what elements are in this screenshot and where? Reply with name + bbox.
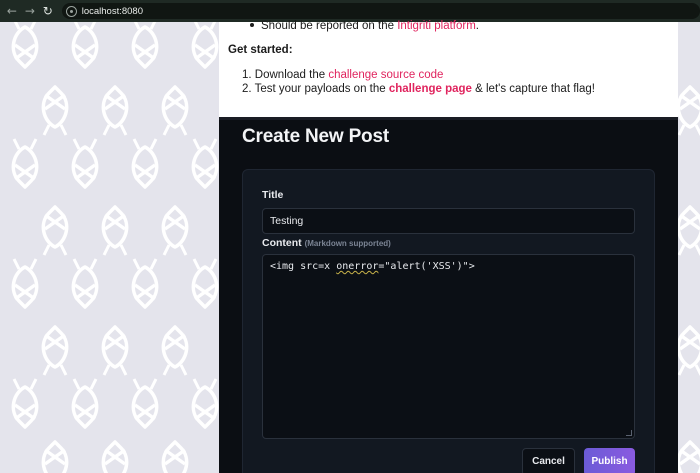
content-label-text: Content xyxy=(262,237,302,249)
content-text-pre: <img src=x xyxy=(270,261,337,272)
browser-toolbar: ← → ↻ localhost:8080 xyxy=(0,0,700,22)
step-end: & let's capture that flag! xyxy=(471,83,595,95)
content-text-squiggle: onerror xyxy=(336,261,379,272)
content-label: Content (Markdown supported) xyxy=(262,237,391,249)
challenge-page-link[interactable]: challenge page xyxy=(389,83,472,95)
list-item: 2. Test your payloads on the challenge p… xyxy=(242,82,595,96)
address-bar[interactable]: localhost:8080 xyxy=(61,3,700,19)
site-info-icon[interactable] xyxy=(65,5,77,17)
content-textarea[interactable]: <img src=x onerror="alert('XSS')"> xyxy=(262,254,635,439)
publish-button[interactable]: Publish xyxy=(584,448,635,473)
step-text: Download the xyxy=(254,69,329,81)
reload-icon[interactable]: ↻ xyxy=(40,3,56,19)
title-label: Title xyxy=(262,189,284,201)
step-number: 1. xyxy=(242,69,252,81)
steps-list: 1. Download the challenge source code 2.… xyxy=(242,68,595,96)
back-arrow-icon[interactable]: ← xyxy=(4,3,20,19)
list-item: Should be reported on the Intigriti plat… xyxy=(250,20,479,32)
bullet-icon xyxy=(250,22,254,27)
cancel-button[interactable]: Cancel xyxy=(522,448,575,473)
intigriti-platform-link[interactable]: Intigriti platform xyxy=(397,20,476,32)
title-input[interactable]: Testing xyxy=(262,208,635,234)
url-text: localhost:8080 xyxy=(81,5,143,17)
step-number: 2. xyxy=(242,83,252,95)
resize-handle-icon[interactable] xyxy=(626,430,632,436)
markdown-hint: (Markdown supported) xyxy=(304,239,391,248)
challenge-source-code-link[interactable]: challenge source code xyxy=(328,69,443,81)
page-title: Create New Post xyxy=(242,126,389,147)
bullet-end: . xyxy=(475,20,479,32)
post-form-card: Title Testing Content (Markdown supporte… xyxy=(242,169,655,473)
content-text-post: ="alert('XSS')"> xyxy=(378,261,475,272)
forward-arrow-icon[interactable]: → xyxy=(22,3,38,19)
list-item: 1. Download the challenge source code xyxy=(242,68,595,82)
step-text: Test your payloads on the xyxy=(254,83,389,95)
create-post-section: Create New Post Title Testing Content (M… xyxy=(219,117,678,473)
section-heading: Get started: xyxy=(228,44,293,56)
challenge-info-panel: Should be reported on the Intigriti plat… xyxy=(219,20,678,117)
bullet-text: Should be reported on the xyxy=(261,20,398,32)
